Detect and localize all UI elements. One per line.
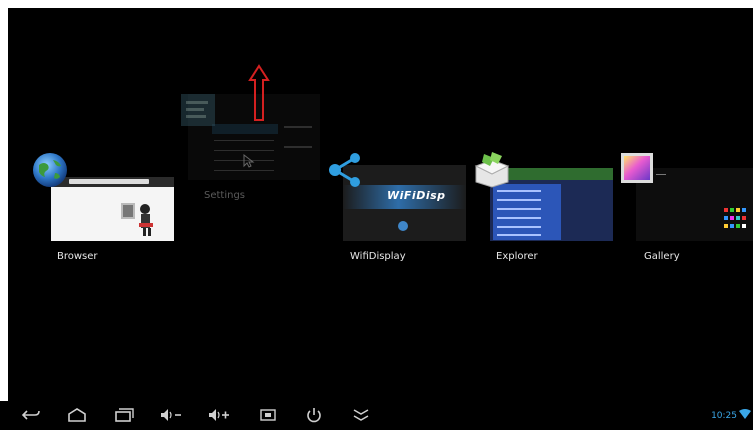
globe-icon (33, 153, 67, 187)
folder-icon (474, 152, 510, 188)
browser-page-figure (121, 203, 153, 236)
navigation-bar: 10:25 (0, 401, 753, 430)
gallery-grid (724, 208, 752, 238)
top-border (0, 0, 753, 8)
left-border (0, 0, 8, 430)
mouse-cursor-icon (243, 154, 255, 168)
recent-apps-screen: Browser Settings WiFiDisp WifiDisplay Ex… (0, 0, 753, 430)
volume-up-icon[interactable] (207, 405, 231, 425)
screenshot-icon[interactable] (258, 405, 278, 425)
clock-time: 10:25 (711, 411, 737, 421)
recent-card-label: Explorer (496, 251, 538, 262)
recent-card-label: Gallery (644, 251, 680, 262)
browser-toolbar (51, 177, 174, 187)
gallery-icon (621, 153, 653, 183)
recent-apps-icon[interactable] (113, 405, 135, 425)
recent-card-label: Settings (204, 190, 246, 201)
wifidisplay-banner: WiFiDisp (387, 189, 446, 202)
volume-down-icon[interactable] (159, 405, 183, 425)
wifidisplay-search-button (398, 221, 408, 231)
recent-card-label: Browser (57, 251, 98, 262)
red-up-arrow-icon (248, 64, 270, 121)
share-icon (329, 153, 360, 187)
wifi-icon (739, 409, 751, 419)
home-icon[interactable] (66, 405, 88, 425)
recent-card-label: WifiDisplay (350, 251, 406, 262)
power-icon[interactable] (304, 405, 324, 425)
hide-bar-icon[interactable] (350, 405, 372, 425)
browser-thumbnail[interactable] (51, 177, 174, 241)
settings-icon (181, 94, 215, 126)
back-icon[interactable] (20, 405, 42, 425)
